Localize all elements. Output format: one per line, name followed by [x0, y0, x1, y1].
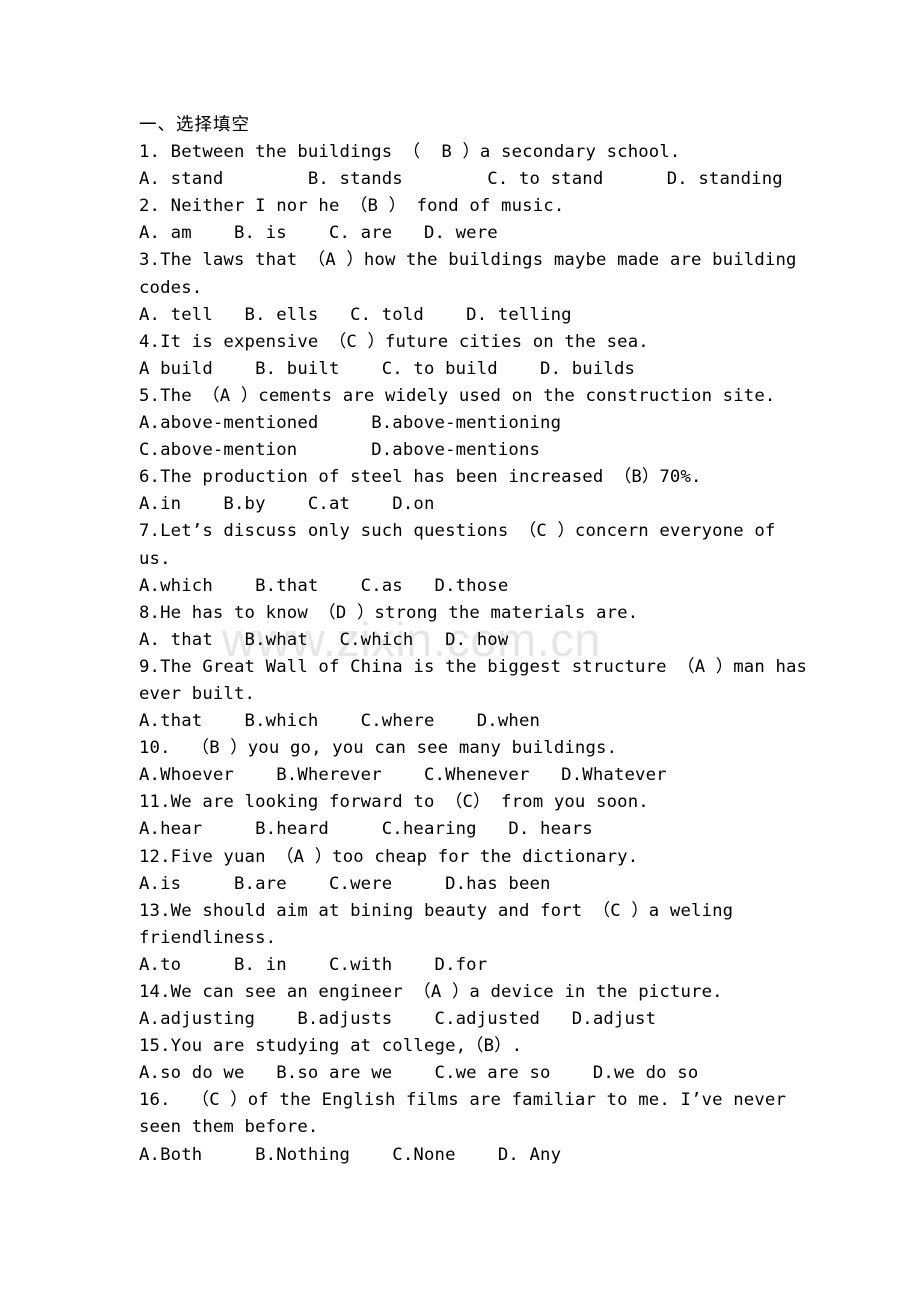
question-list: 1. Between the buildings （ B ）a secondar…	[139, 139, 839, 1169]
question-line: 14.We can see an engineer （A ）a device i…	[139, 982, 723, 1002]
option-line: A.Both B.Nothing C.None D. Any	[139, 1144, 562, 1165]
question-line: 10. （B ）you go, you can see many buildin…	[139, 738, 618, 759]
question-line: 15.You are studying at college,（B）.	[139, 1036, 523, 1057]
question-line: 9.The Great Wall of China is the biggest…	[139, 656, 808, 677]
question-line: 7.Let’s discuss only such questions （C ）…	[139, 521, 776, 542]
option-line: A.so do we B.so are we C.we are so D.we …	[139, 1063, 699, 1084]
question-line: 12.Five yuan （A ）too cheap for the dicti…	[139, 846, 639, 867]
option-line: A.that B.which C.where D.when	[139, 711, 541, 732]
question-continuation-line: seen them before.	[139, 1117, 319, 1138]
question-continuation-line: us.	[139, 548, 171, 569]
question-line: 1. Between the buildings （ B ）a secondar…	[139, 142, 681, 163]
question-line: 6.The production of steel has been incre…	[139, 467, 702, 488]
option-line: A.adjusting B.adjusts C.adjusted D.adjus…	[139, 1009, 657, 1030]
question-continuation-line: ever built.	[139, 683, 256, 704]
option-line: A.is B.are C.were D.has been	[139, 873, 551, 894]
option-line: A. am B. is C. are D. were	[139, 223, 498, 244]
question-line: 3.The laws that （A ）how the buildings ma…	[139, 250, 797, 271]
question-line: 8.He has to know （D ）strong the material…	[139, 602, 639, 623]
question-continuation-line: codes.	[139, 277, 203, 298]
question-line: 13.We should aim at bining beauty and fo…	[139, 900, 734, 921]
option-line: A. stand B. stands C. to stand D. standi…	[139, 169, 783, 190]
option-line: A. tell B. ells C. told D. telling	[139, 304, 572, 325]
option-line: C.above-mention D.above-mentions	[139, 440, 541, 461]
option-line: A.Whoever B.Wherever C.Whenever D.Whatev…	[139, 765, 667, 786]
question-line: 4.It is expensive （C ）future cities on t…	[139, 331, 649, 352]
option-line: A.to B. in C.with D.for	[139, 954, 488, 975]
option-line: A.which B.that C.as D.those	[139, 575, 509, 596]
question-line: 5.The （A ）cements are widely used on the…	[139, 385, 776, 406]
question-line: 16. （C ）of the English films are familia…	[139, 1090, 787, 1111]
section-heading: 一、选择填空	[139, 115, 250, 135]
option-line: A.above-mentioned B.above-mentioning	[139, 413, 562, 434]
option-line: A build B. built C. to build D. builds	[139, 358, 636, 379]
question-continuation-line: friendliness.	[139, 927, 277, 948]
question-line: 11.We are looking forward to （C） from yo…	[139, 792, 649, 813]
option-line: A.in B.by C.at D.on	[139, 494, 435, 515]
worksheet-body: 一、选择填空 1. Between the buildings （ B ）a s…	[139, 112, 839, 1169]
option-line: A.hear B.heard C.hearing D. hears	[139, 819, 593, 840]
option-line: A. that B.what C.which D. how	[139, 629, 509, 650]
question-line: 2. Neither I nor he （B ） fond of music.	[139, 196, 565, 217]
